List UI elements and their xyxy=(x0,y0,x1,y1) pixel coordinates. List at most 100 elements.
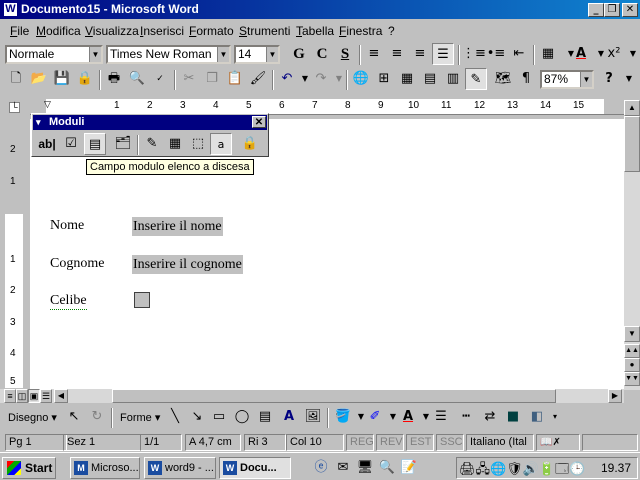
status-ssc[interactable]: SSC xyxy=(436,434,464,451)
arrow-style-icon[interactable]: ⇄ xyxy=(479,406,501,428)
menu-finestra[interactable]: Finestra xyxy=(339,24,382,38)
columns-icon[interactable]: ▥ xyxy=(442,68,464,90)
task-button[interactable]: M Microso... xyxy=(70,457,140,479)
numbered-list-icon[interactable]: ⋮≡ xyxy=(462,43,486,65)
horizontal-scrollbar[interactable]: ≡ ◫ ▣ ☰ ◀ ▶ xyxy=(0,389,624,403)
chevron-down-icon[interactable]: ▾ xyxy=(36,115,41,130)
arrow-icon[interactable]: ↘ xyxy=(186,406,208,428)
menu-modifica[interactable]: Modifica xyxy=(36,24,81,38)
minimize-button[interactable]: _ xyxy=(588,3,604,17)
format-painter-icon[interactable]: 🖌 xyxy=(247,68,269,90)
chevron-down-icon[interactable]: ▼ xyxy=(580,72,592,87)
insert-excel-icon[interactable]: ▤ xyxy=(419,68,441,90)
line-style-icon[interactable]: ☰ xyxy=(430,406,452,428)
save-icon[interactable]: 💾 xyxy=(51,68,73,90)
task-button-active[interactable]: W Docu... xyxy=(219,457,291,479)
menu-file[interactable]: File xyxy=(10,24,29,38)
start-button[interactable]: Start xyxy=(2,457,56,479)
permission-icon[interactable]: 🔒 xyxy=(74,68,96,90)
font-dropdown[interactable]: Times New Roman ▼ xyxy=(106,45,231,64)
status-rev[interactable]: REV xyxy=(376,434,404,451)
select-objects-icon[interactable]: ↖ xyxy=(63,406,85,428)
print-layout-icon[interactable]: ▣ xyxy=(28,389,40,403)
shadow-icon[interactable]: ■ xyxy=(502,406,524,428)
field-options-icon[interactable]: 🗂 xyxy=(112,133,134,155)
oval-icon[interactable]: ◯ xyxy=(231,406,253,428)
cognome-text-field[interactable]: Inserire il cognome xyxy=(132,255,243,274)
chevron-down-icon[interactable]: ▾ xyxy=(544,406,566,428)
close-icon[interactable]: ✕ xyxy=(252,116,266,128)
bold-button[interactable]: G xyxy=(288,43,310,65)
line-icon[interactable]: ╲ xyxy=(164,406,186,428)
menu-help[interactable]: ? xyxy=(388,24,395,38)
nome-text-field[interactable]: Inserire il nome xyxy=(132,217,223,236)
free-rotate-icon[interactable]: ↻ xyxy=(86,406,108,428)
print-preview-icon[interactable]: 🔍 xyxy=(126,68,148,90)
outlook-icon[interactable]: ✉ xyxy=(332,457,354,479)
web-layout-icon[interactable]: ◫ xyxy=(16,389,28,403)
chevron-down-icon[interactable]: ▼ xyxy=(89,47,101,62)
decrease-indent-icon[interactable]: ⇤ xyxy=(508,43,530,65)
wordart-icon[interactable]: A xyxy=(278,406,300,428)
document-map-icon[interactable]: 🗺 xyxy=(492,68,514,90)
browse-object-icon[interactable]: ● xyxy=(624,358,640,372)
chevron-down-icon[interactable]: ▼ xyxy=(622,43,640,65)
chevron-down-icon[interactable]: ▼ xyxy=(618,68,640,90)
lock-icon[interactable]: 🔒 xyxy=(239,133,261,155)
palette-title-bar[interactable]: ▾ Moduli ✕ xyxy=(33,115,267,130)
hyperlink-icon[interactable]: 🌐 xyxy=(350,68,372,90)
underline-button[interactable]: S xyxy=(334,43,356,65)
borders-icon[interactable]: ▦ xyxy=(537,43,559,65)
dropdown-field-icon[interactable]: ▤ xyxy=(84,133,106,155)
status-language[interactable]: Italiano (Ital xyxy=(466,434,534,451)
vertical-scrollbar[interactable]: ▲ ▼ ▲▲ ● ▼▼ xyxy=(624,100,640,390)
spelling-icon[interactable]: ✓ xyxy=(149,68,171,90)
scroll-down-icon[interactable]: ▼ xyxy=(624,326,640,342)
bullet-list-icon[interactable]: •≡ xyxy=(485,43,507,65)
outline-view-icon[interactable]: ☰ xyxy=(40,389,52,403)
scroll-left-icon[interactable]: ◀ xyxy=(54,389,68,403)
justify-icon[interactable]: ☰ xyxy=(432,43,454,65)
font-size-dropdown[interactable]: 14 ▼ xyxy=(234,45,280,64)
scroll-thumb[interactable] xyxy=(624,116,640,172)
next-page-icon[interactable]: ▼▼ xyxy=(624,372,640,386)
rectangle-icon[interactable]: ▭ xyxy=(208,406,230,428)
menu-strumenti[interactable]: Strumenti xyxy=(239,24,290,38)
desktop-icon[interactable]: 🖥 xyxy=(354,457,376,479)
font-color-icon[interactable]: A xyxy=(570,43,592,65)
menu-formato[interactable]: Formato xyxy=(189,24,234,38)
text-field-icon[interactable]: ab| xyxy=(36,133,58,155)
dash-style-icon[interactable]: ┅ xyxy=(455,406,477,428)
close-button[interactable]: ✕ xyxy=(622,3,638,17)
menu-tabella[interactable]: Tabella xyxy=(296,24,334,38)
align-right-icon[interactable]: ≡ xyxy=(409,43,431,65)
cut-icon[interactable]: ✂ xyxy=(178,68,200,90)
help-icon[interactable]: ? xyxy=(598,68,620,90)
zoom-dropdown[interactable]: 87% ▼ xyxy=(540,70,594,89)
scroll-up-icon[interactable]: ▲ xyxy=(624,100,640,116)
insert-frame-icon[interactable]: ⬚ xyxy=(187,133,209,155)
scroll-right-icon[interactable]: ▶ xyxy=(608,389,622,403)
open-folder-icon[interactable]: 📂 xyxy=(28,68,50,90)
tables-borders-icon[interactable]: ⊞ xyxy=(373,68,395,90)
checkbox-field-icon[interactable]: ☑ xyxy=(60,133,82,155)
status-est[interactable]: EST xyxy=(406,434,434,451)
chevron-down-icon[interactable]: ▼ xyxy=(217,47,229,62)
text-box-icon[interactable]: ▤ xyxy=(254,406,276,428)
tray-icons[interactable]: 🖨🖧🌐🛡🔊🔋🗔🕒 xyxy=(459,460,585,480)
status-reg[interactable]: REG xyxy=(346,434,374,451)
notepad-icon[interactable]: 📝 xyxy=(398,457,420,479)
style-dropdown[interactable]: Normale ▼ xyxy=(5,45,103,64)
clipart-icon[interactable]: 🖼 xyxy=(302,406,324,428)
show-hide-icon[interactable]: ¶ xyxy=(515,68,537,90)
indent-marker[interactable]: ▽ xyxy=(44,99,51,110)
drawing-icon[interactable]: ✎ xyxy=(465,68,487,90)
word-app-icon[interactable]: W xyxy=(3,2,18,17)
copy-icon[interactable]: ❐ xyxy=(201,68,223,90)
insert-table-icon[interactable]: ▦ xyxy=(396,68,418,90)
tab-selector[interactable]: └ xyxy=(5,99,25,115)
new-document-icon[interactable]: 🗋 xyxy=(5,68,27,90)
form-field-shading-icon[interactable]: a xyxy=(210,133,232,155)
search-icon[interactable]: 🔍 xyxy=(376,457,398,479)
print-icon[interactable]: 🖶 xyxy=(103,68,125,90)
